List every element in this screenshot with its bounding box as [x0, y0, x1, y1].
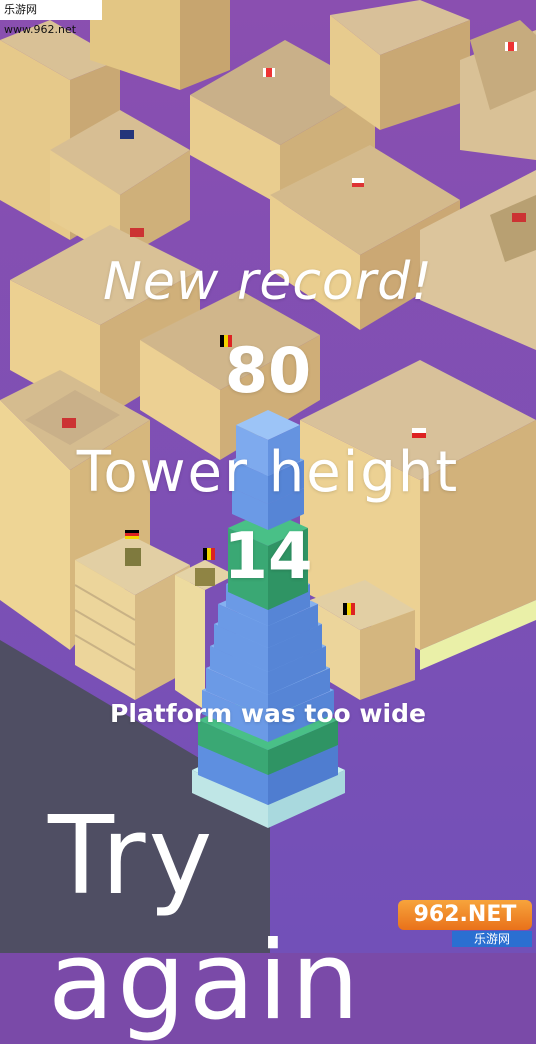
- tower-height-label: Tower height: [76, 440, 460, 505]
- flag-icon: [512, 213, 526, 222]
- watermark-top: 乐游网 www.962.net: [0, 0, 102, 36]
- tower-height-value: 14: [223, 520, 313, 594]
- building: [175, 575, 205, 710]
- new-record-heading: New record!: [103, 252, 433, 312]
- failure-reason: Platform was too wide: [110, 699, 426, 728]
- score-value: 80: [224, 334, 312, 407]
- watermark-bottom: 962.NET 乐游网: [398, 900, 532, 948]
- flag-icon: [130, 228, 144, 237]
- watermark-sub: 乐游网: [452, 931, 532, 947]
- flag-icon: [62, 418, 76, 428]
- flag-icon: [343, 603, 347, 615]
- flag-icon: [120, 130, 134, 139]
- watermark-brand: 962.NET: [398, 900, 532, 930]
